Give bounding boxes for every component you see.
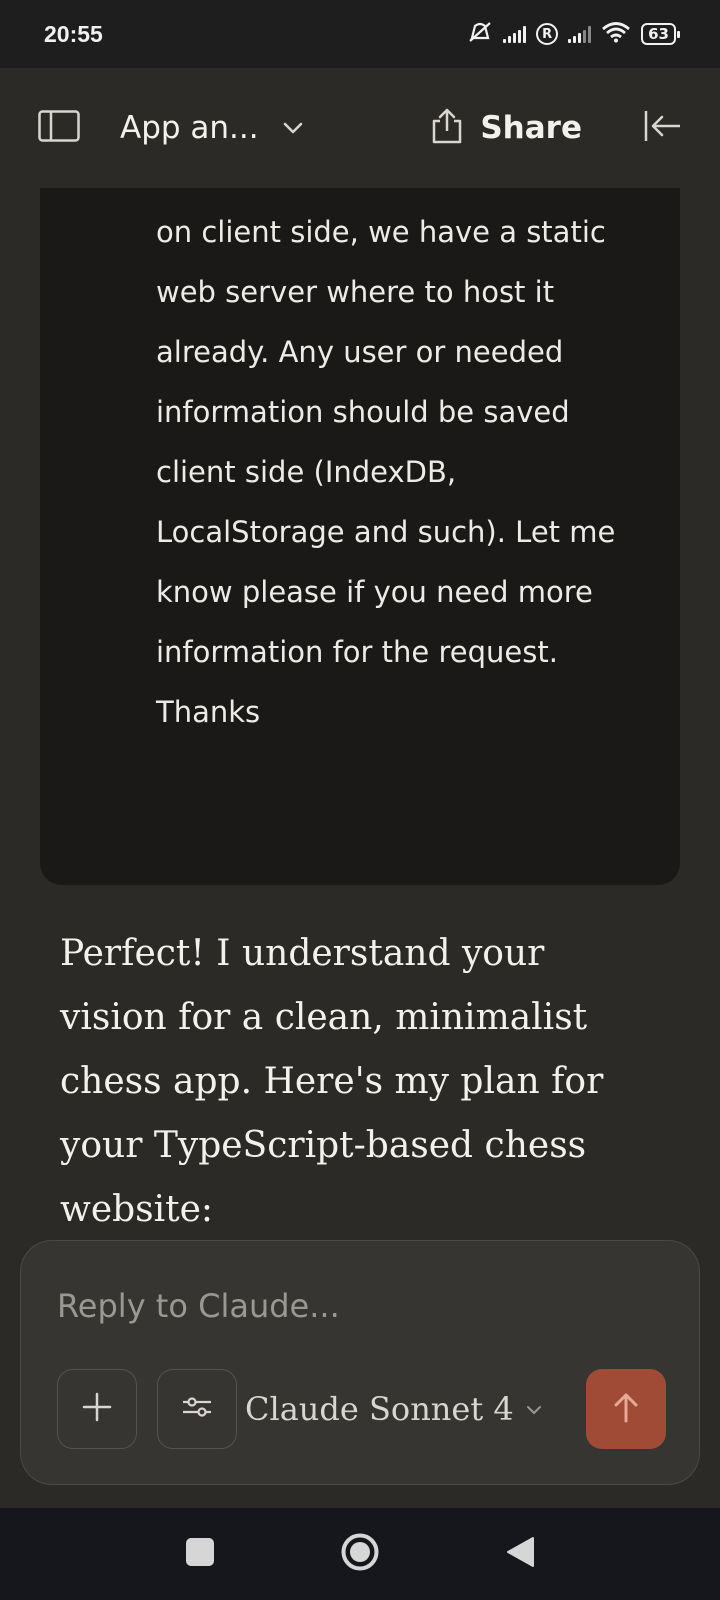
collapse-left-icon — [642, 109, 682, 147]
chat-title-dropdown[interactable]: App an... — [120, 110, 303, 146]
chevron-down-icon — [283, 119, 303, 138]
send-button[interactable] — [586, 1369, 666, 1449]
square-icon — [185, 1537, 215, 1571]
tools-button[interactable] — [157, 1369, 237, 1449]
chat-title: App an... — [120, 110, 259, 146]
triangle-back-icon — [505, 1535, 535, 1573]
plus-icon — [82, 1392, 112, 1426]
assistant-message-text: Perfect! I understand your vision for a … — [60, 933, 604, 1230]
add-attachment-button[interactable] — [57, 1369, 137, 1449]
wifi-icon — [601, 21, 631, 48]
model-label: Claude Sonnet 4 — [245, 1390, 514, 1428]
app-header: App an... Share — [0, 68, 720, 188]
user-message-bubble: on client side, we have a static web ser… — [40, 188, 680, 885]
sliders-icon — [181, 1394, 213, 1424]
share-button[interactable]: Share — [430, 107, 582, 149]
reply-input[interactable] — [57, 1281, 657, 1331]
sidebar-icon — [38, 110, 80, 146]
registered-badge: R — [536, 23, 559, 45]
share-label: Share — [480, 110, 582, 146]
recents-button[interactable] — [180, 1534, 220, 1574]
user-message-text: on client side, we have a static web ser… — [156, 215, 616, 729]
status-time: 20:55 — [44, 20, 103, 47]
signal-2-icon — [568, 25, 592, 43]
sidebar-toggle-button[interactable] — [38, 110, 80, 146]
circle-icon — [340, 1532, 380, 1576]
status-icons: R 63 — [467, 20, 680, 49]
system-nav-bar — [0, 1508, 720, 1600]
composer: Claude Sonnet 4 — [20, 1240, 700, 1485]
status-bar: 20:55 R 63 — [0, 0, 720, 68]
chevron-down-icon — [526, 1400, 542, 1419]
signal-icon — [503, 25, 527, 43]
arrow-up-icon — [612, 1391, 640, 1427]
collapse-button[interactable] — [642, 108, 682, 148]
home-button[interactable] — [340, 1532, 380, 1576]
battery-indicator: 63 — [641, 23, 680, 45]
share-icon — [430, 107, 464, 149]
back-button[interactable] — [500, 1534, 540, 1574]
model-selector[interactable]: Claude Sonnet 4 — [245, 1369, 542, 1449]
mute-icon — [467, 20, 493, 49]
